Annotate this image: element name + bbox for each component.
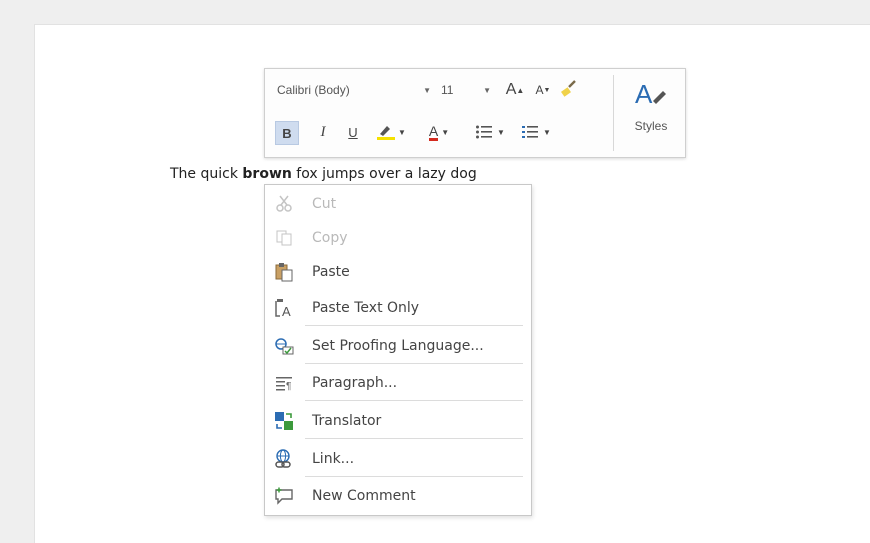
text-plain-end: fox jumps over a lazy dog bbox=[291, 166, 477, 182]
format-painter-button[interactable] bbox=[557, 77, 581, 99]
bullets-button[interactable]: ▼ bbox=[473, 121, 507, 143]
new-comment-icon bbox=[273, 485, 295, 507]
menu-item-new-comment[interactable]: New Comment bbox=[265, 481, 531, 511]
chevron-down-icon: ▼ bbox=[543, 127, 551, 137]
mini-toolbar: Calibri (Body) ▼ 11 ▼ A ▲ A ▼ B I U ▼ A ▼ bbox=[264, 68, 686, 158]
bold-button[interactable]: B bbox=[275, 121, 299, 145]
format-painter-icon bbox=[561, 80, 576, 97]
highlighter-icon bbox=[377, 126, 396, 140]
font-name-value: Calibri (Body) bbox=[277, 83, 350, 97]
numbered-list-icon bbox=[522, 126, 539, 138]
svg-text:A: A bbox=[635, 79, 653, 109]
font-color-button[interactable]: A ▼ bbox=[423, 121, 455, 143]
chevron-down-icon: ▼ bbox=[497, 127, 505, 137]
menu-item-label: New Comment bbox=[312, 488, 416, 504]
numbering-button[interactable]: ▼ bbox=[519, 121, 553, 143]
menu-separator bbox=[305, 363, 523, 364]
font-size-value: 11 bbox=[441, 83, 454, 97]
menu-item-paste-text-only[interactable]: A Paste Text Only bbox=[265, 293, 531, 323]
scissors-icon bbox=[273, 193, 295, 215]
document-text[interactable]: The quick brown fox jumps over a lazy do… bbox=[170, 166, 477, 182]
menu-item-cut[interactable]: Cut bbox=[265, 189, 531, 219]
paste-text-only-icon: A bbox=[273, 297, 295, 319]
link-icon bbox=[273, 448, 295, 470]
paragraph-icon: ¶ bbox=[273, 372, 295, 394]
menu-item-label: Paste bbox=[312, 264, 350, 280]
menu-item-translator[interactable]: Translator bbox=[265, 406, 531, 436]
bulleted-list-icon bbox=[476, 125, 493, 139]
menu-item-paste[interactable]: Paste bbox=[265, 257, 531, 287]
context-menu: Cut Copy Paste A Paste Text Only Set Pro… bbox=[264, 184, 532, 516]
menu-item-link[interactable]: Link... bbox=[265, 444, 531, 474]
menu-separator bbox=[305, 325, 523, 326]
chevron-down-icon: ▼ bbox=[441, 127, 450, 137]
menu-item-label: Set Proofing Language... bbox=[312, 338, 484, 354]
menu-item-label: Paste Text Only bbox=[312, 300, 420, 316]
menu-item-label: Paragraph... bbox=[312, 375, 398, 391]
text-bold-word: brown bbox=[242, 166, 292, 182]
chevron-down-icon: ▼ bbox=[398, 127, 406, 137]
menu-item-set-proofing-language[interactable]: Set Proofing Language... bbox=[265, 331, 531, 361]
paste-icon bbox=[273, 261, 295, 283]
menu-item-copy[interactable]: Copy bbox=[265, 223, 531, 253]
menu-item-label: Cut bbox=[312, 196, 337, 212]
text-plain-start: The quick bbox=[170, 166, 243, 182]
grow-font-button[interactable]: A ▲ bbox=[505, 79, 525, 101]
menu-separator bbox=[305, 476, 523, 477]
chevron-down-icon: ▼ bbox=[423, 85, 431, 95]
menu-item-paragraph[interactable]: ¶ Paragraph... bbox=[265, 368, 531, 398]
grow-font-label: A bbox=[505, 81, 517, 98]
highlight-color-button[interactable]: ▼ bbox=[375, 121, 407, 143]
menu-item-label: Translator bbox=[312, 413, 382, 429]
menu-separator bbox=[305, 438, 523, 439]
italic-button[interactable]: I bbox=[313, 121, 333, 143]
styles-button[interactable]: A Styles bbox=[621, 75, 681, 151]
font-size-dropdown[interactable]: 11 ▼ bbox=[441, 79, 495, 101]
svg-text:A: A bbox=[282, 304, 291, 318]
shrink-font-label: A bbox=[535, 83, 544, 97]
font-color-label: A bbox=[428, 122, 439, 141]
font-name-dropdown[interactable]: Calibri (Body) ▼ bbox=[273, 79, 439, 101]
svg-text:¶: ¶ bbox=[286, 381, 291, 391]
styles-icon: A bbox=[635, 79, 666, 109]
shrink-font-button[interactable]: A ▼ bbox=[533, 79, 553, 101]
styles-label: Styles bbox=[634, 119, 668, 133]
chevron-down-icon: ▼ bbox=[483, 85, 491, 95]
underline-button[interactable]: U bbox=[343, 121, 363, 143]
menu-item-label: Copy bbox=[312, 230, 348, 246]
proofing-language-icon bbox=[273, 335, 295, 357]
copy-icon bbox=[273, 227, 295, 249]
toolbar-divider bbox=[613, 75, 614, 151]
menu-separator bbox=[305, 400, 523, 401]
menu-item-label: Link... bbox=[312, 451, 355, 467]
translator-icon bbox=[273, 410, 295, 432]
